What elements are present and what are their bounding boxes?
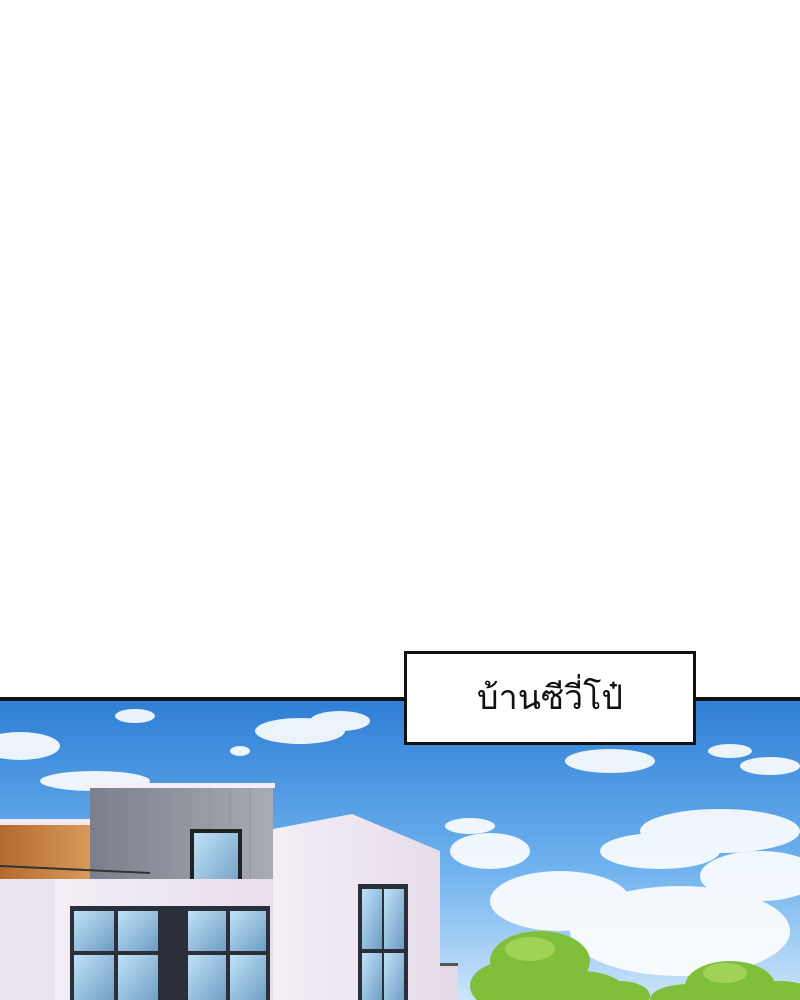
white-tower [273,814,440,1000]
webtoon-page: บ้านซีวี่โป๋ [0,0,800,1000]
blank-white-area [0,0,800,700]
caption-text: บ้านซีวี่โป๋ [477,678,623,718]
house-illustration [0,701,800,1000]
caption-box: บ้านซีวี่โป๋ [404,651,696,745]
